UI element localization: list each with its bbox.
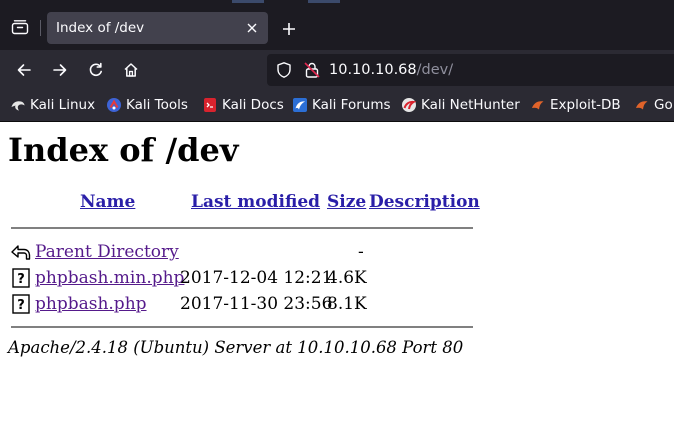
row-size: - xyxy=(358,242,364,262)
forward-arrow-icon[interactable] xyxy=(46,56,74,84)
bookmark-label: Exploit-DB xyxy=(550,97,621,113)
kali-forums-icon xyxy=(292,97,308,113)
back-arrow-icon[interactable] xyxy=(10,56,38,84)
unknown-file-icon: ? xyxy=(11,268,31,288)
exploit-db-icon xyxy=(530,97,546,113)
kali-dragon-icon xyxy=(10,97,26,113)
bookmark-exploit-db[interactable]: Exploit-DB xyxy=(530,90,621,120)
page-content: Index of /dev Name Last modified Size De… xyxy=(0,122,674,430)
google-hacking-db-icon xyxy=(634,97,650,113)
browser-chrome: Index of /dev 10.10.10.68/dev/ Kali Linu… xyxy=(0,0,674,122)
new-tab-plus-icon[interactable] xyxy=(278,18,300,40)
tab-active[interactable]: Index of /dev xyxy=(47,12,268,44)
tab-strip: Index of /dev xyxy=(0,4,674,50)
bookmark-label: Go xyxy=(654,97,673,113)
unknown-file-icon: ? xyxy=(11,294,31,314)
bookmark-label: Kali Tools xyxy=(126,97,188,113)
column-header-size[interactable]: Size xyxy=(327,192,366,212)
bookmark-google-hacking-db[interactable]: Go xyxy=(634,90,673,120)
column-header-description[interactable]: Description xyxy=(369,192,480,212)
tab-separator xyxy=(40,20,41,36)
row-last-modified: 2017-11-30 23:56 xyxy=(180,294,333,314)
parent-directory-link[interactable]: Parent Directory xyxy=(35,242,179,262)
column-header-name[interactable]: Name xyxy=(80,192,135,212)
file-link[interactable]: phpbash.min.php xyxy=(35,268,184,288)
tab-title: Index of /dev xyxy=(56,20,145,36)
bookmark-label: Kali Docs xyxy=(222,97,284,113)
svg-text:?: ? xyxy=(17,272,25,287)
page-title: Index of /dev xyxy=(8,131,239,169)
bookmark-kali-tools[interactable]: Kali Tools xyxy=(106,90,188,120)
tracking-protection-shield-icon[interactable] xyxy=(275,61,293,79)
column-header-last-modified[interactable]: Last modified xyxy=(191,192,320,212)
bookmark-kali-linux[interactable]: Kali Linux xyxy=(10,90,95,120)
home-icon[interactable] xyxy=(117,56,145,84)
header-divider xyxy=(11,227,473,229)
file-link[interactable]: phpbash.php xyxy=(35,294,147,314)
bookmark-kali-nethunter[interactable]: Kali NetHunter xyxy=(401,90,520,120)
row-size: 4.6K xyxy=(327,268,367,288)
kali-docs-icon xyxy=(202,97,218,113)
svg-text:?: ? xyxy=(17,298,25,313)
bookmark-label: Kali NetHunter xyxy=(421,97,520,113)
navigation-toolbar: 10.10.10.68/dev/ xyxy=(0,50,674,90)
kali-tools-icon xyxy=(106,97,122,113)
kali-nethunter-icon xyxy=(401,97,417,113)
footer-divider xyxy=(11,326,473,328)
server-signature: Apache/2.4.18 (Ubuntu) Server at 10.10.1… xyxy=(8,338,464,357)
bookmark-kali-forums[interactable]: Kali Forums xyxy=(292,90,391,120)
url-text[interactable]: 10.10.10.68/dev/ xyxy=(329,54,453,86)
tab-close-icon[interactable] xyxy=(242,18,262,38)
bookmark-kali-docs[interactable]: Kali Docs xyxy=(202,90,284,120)
row-last-modified: 2017-12-04 12:21 xyxy=(180,268,333,288)
bookmarks-toolbar: Kali Linux Kali Tools Kali Docs Kali For… xyxy=(0,90,674,122)
back-arrow-icon xyxy=(11,242,31,262)
url-path: /dev/ xyxy=(416,62,454,78)
url-host: 10.10.10.68 xyxy=(329,62,417,78)
bookmark-label: Kali Linux xyxy=(30,97,96,113)
reload-icon[interactable] xyxy=(82,56,110,84)
row-size: 8.1K xyxy=(327,294,367,314)
insecure-lock-icon[interactable] xyxy=(303,61,321,79)
address-bar[interactable]: 10.10.10.68/dev/ xyxy=(267,54,674,86)
tab-list-icon[interactable] xyxy=(8,14,32,40)
bookmark-label: Kali Forums xyxy=(312,97,391,113)
